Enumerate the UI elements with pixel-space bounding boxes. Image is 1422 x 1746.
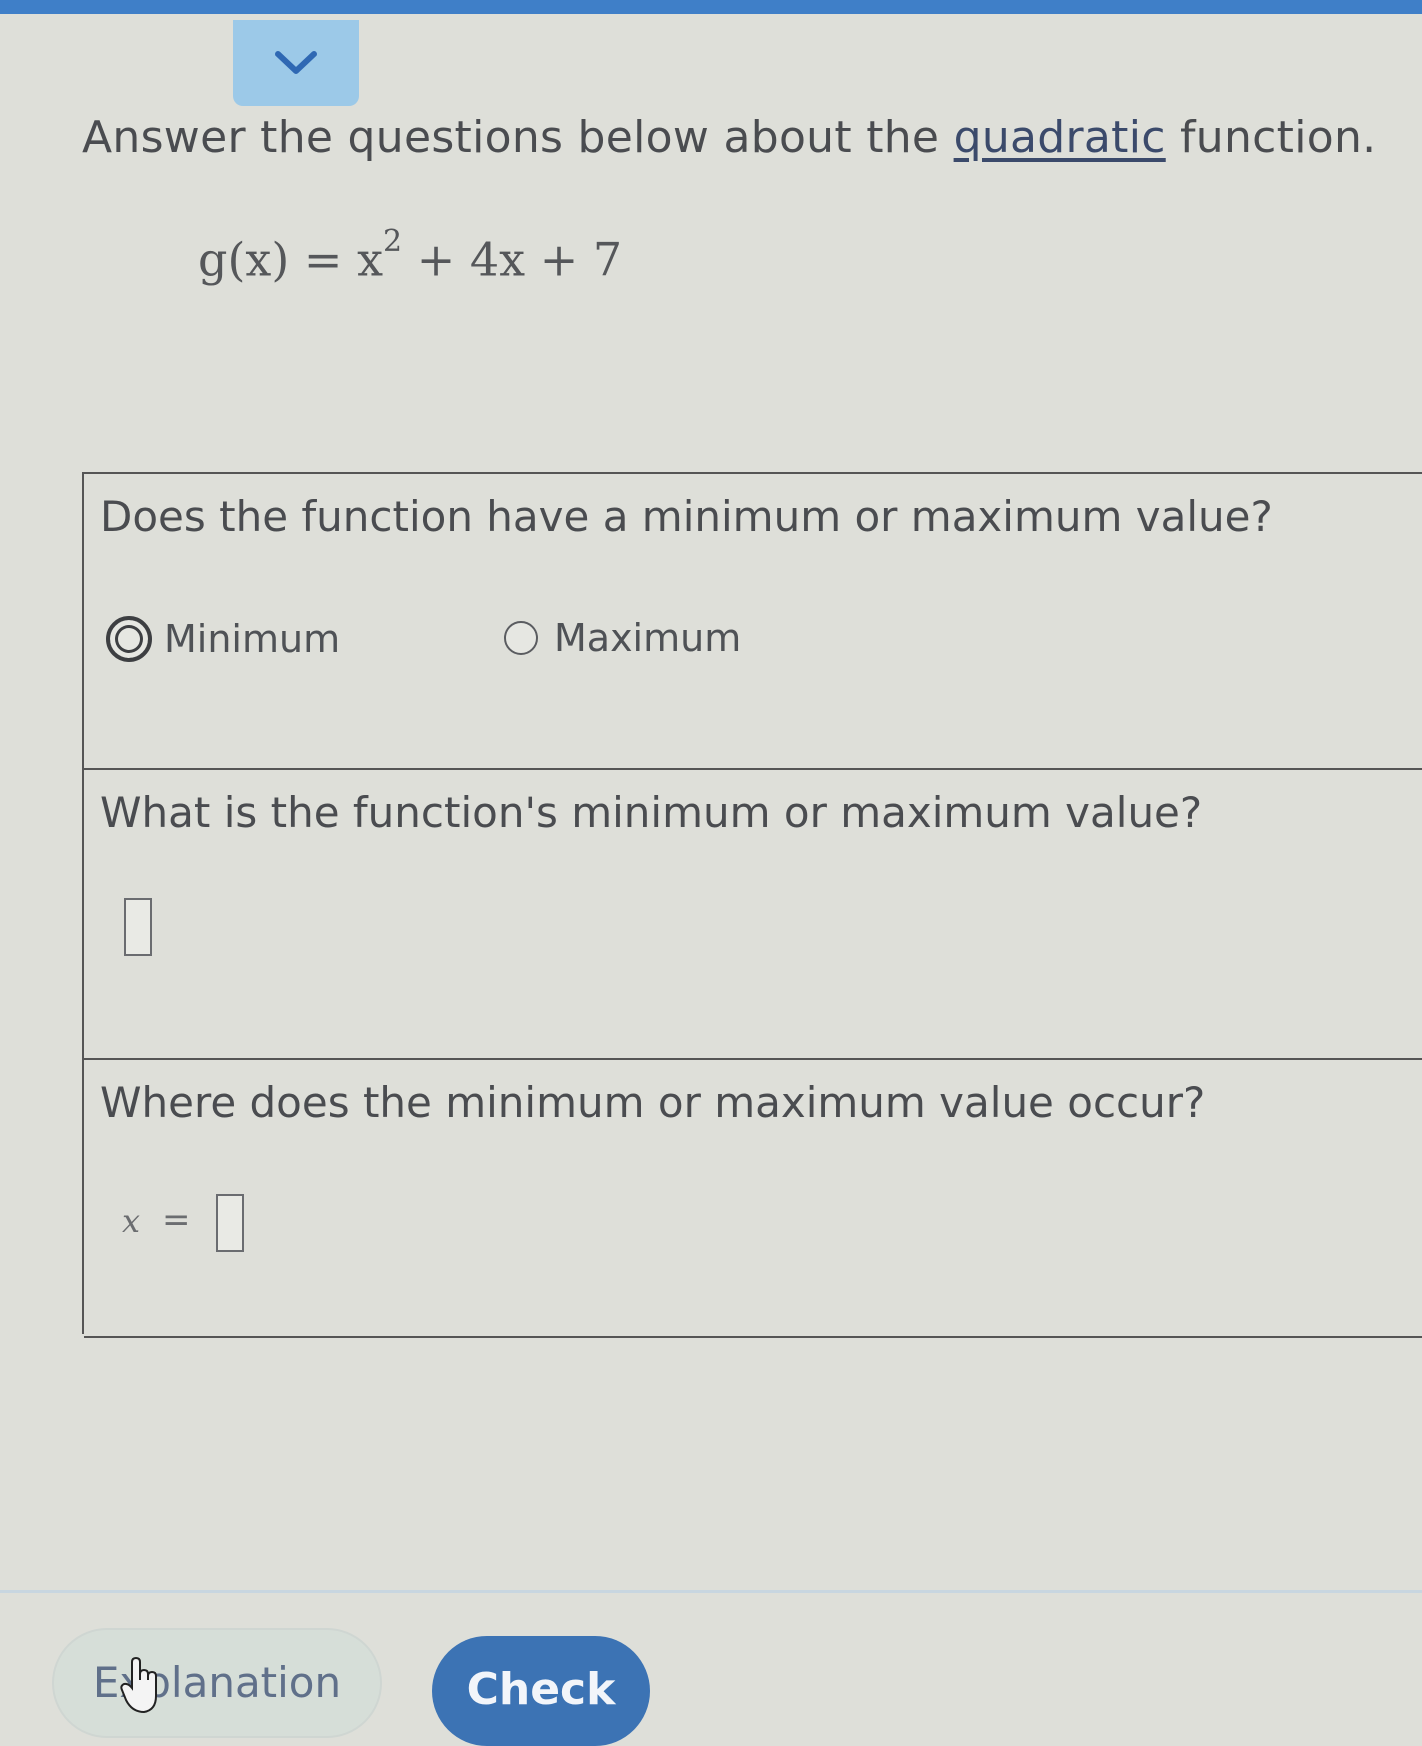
hand-cursor-icon: [120, 1656, 157, 1714]
explanation-button[interactable]: Explanation: [52, 1628, 382, 1738]
question-2-text: What is the function's minimum or maximu…: [100, 788, 1203, 837]
check-button[interactable]: Check: [432, 1636, 650, 1746]
question-value: What is the function's minimum or maximu…: [84, 768, 1422, 1060]
instruction-text: Answer the questions below about the qua…: [82, 112, 1376, 163]
top-strip: [0, 0, 1422, 14]
option-maximum[interactable]: Maximum: [504, 616, 741, 660]
chevron-down-icon: [275, 51, 317, 74]
footer-divider: [0, 1590, 1422, 1593]
value-answer-input[interactable]: [124, 898, 152, 956]
equals-sign: =: [162, 1200, 191, 1240]
option-minimum[interactable]: Minimum: [106, 616, 340, 662]
question-min-or-max: Does the function have a minimum or maxi…: [84, 474, 1422, 770]
x-variable-label: x: [122, 1202, 141, 1240]
instruction-suffix: function.: [1165, 112, 1377, 163]
collapse-tab[interactable]: [233, 20, 359, 106]
question-location: Where does the minimum or maximum value …: [84, 1058, 1422, 1338]
question-1-text: Does the function have a minimum or maxi…: [100, 492, 1273, 541]
minimum-label: Minimum: [164, 617, 341, 661]
quadratic-glossary-link[interactable]: quadratic: [954, 112, 1166, 163]
maximum-label: Maximum: [554, 616, 742, 660]
maximum-radio[interactable]: [504, 621, 538, 655]
x-answer-input[interactable]: [216, 1194, 244, 1252]
question-3-text: Where does the minimum or maximum value …: [100, 1078, 1206, 1127]
instruction-prefix: Answer the questions below about the: [82, 112, 954, 163]
function-equation: g(x) = x2 + 4x + 7: [198, 224, 623, 287]
equation-lhs: g(x) = x: [198, 232, 384, 287]
question-panel: Does the function have a minimum or maxi…: [82, 472, 1422, 1338]
equation-exponent: 2: [383, 224, 403, 259]
equation-rhs: + 4x + 7: [402, 232, 623, 287]
minimum-radio[interactable]: [106, 616, 152, 662]
